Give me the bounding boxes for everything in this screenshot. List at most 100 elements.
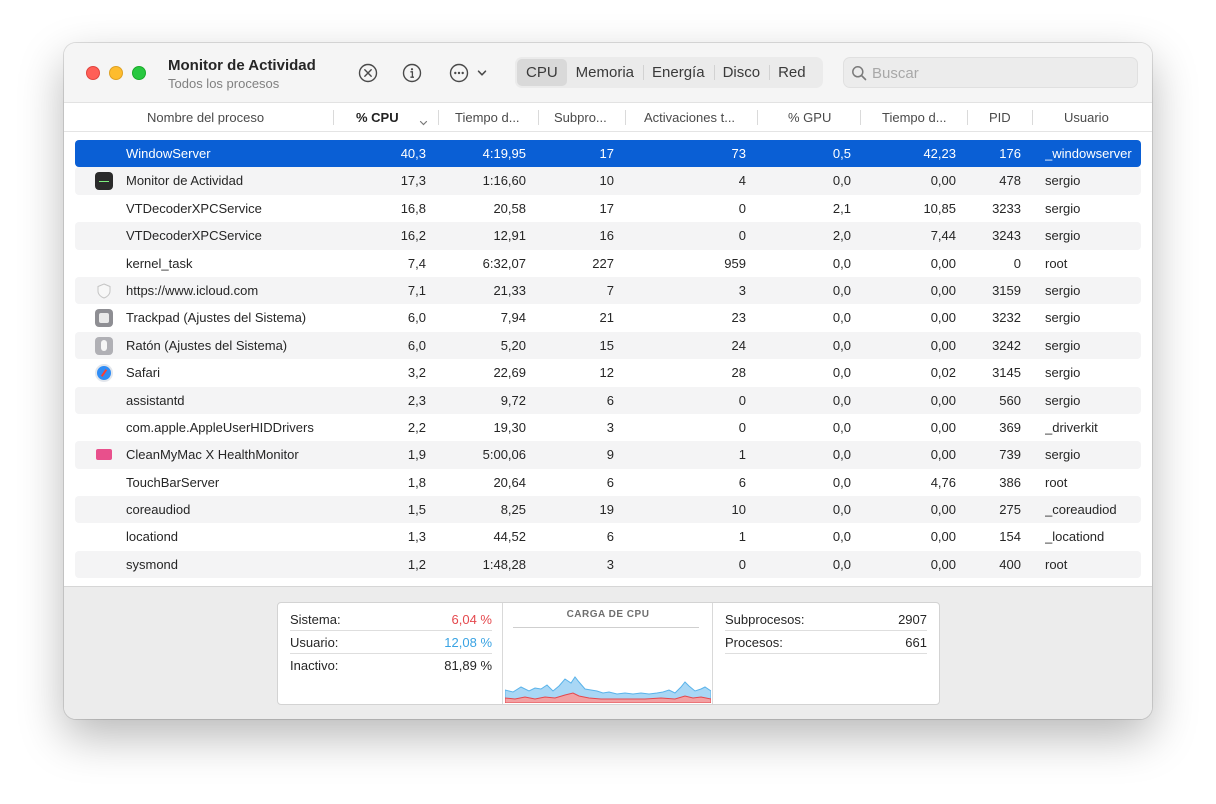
cpu-time: 22,69 xyxy=(493,365,526,381)
table-row[interactable]: TouchBarServer 1,8 20,64 6 6 0,0 4,76 386 root xyxy=(75,469,1141,496)
user-name: root xyxy=(1045,556,1068,572)
gpu-time: 0,00 xyxy=(930,282,956,298)
user-name: sergio xyxy=(1045,310,1081,326)
thread-count: 15 xyxy=(599,337,614,353)
process-id: 3232 xyxy=(992,310,1021,326)
xmark-circle-icon[interactable] xyxy=(358,63,378,83)
table-row[interactable]: com.apple.AppleUserHIDDrivers 2,2 19,30 3 0 0… xyxy=(75,414,1141,441)
table-row[interactable]: Ratón (Ajustes del Sistema) 6,0 5,20 15 24 0,… xyxy=(75,331,1141,360)
cpu-percent: 1,9 xyxy=(407,447,426,463)
mouse-settings-icon xyxy=(95,336,113,355)
column-header-idle-wakes[interactable]: Activaciones t... xyxy=(644,103,754,132)
idle-wakes: 6 xyxy=(738,474,746,490)
column-header-user[interactable]: Usuario xyxy=(1064,103,1134,132)
cpu-percent: 6,0 xyxy=(407,310,426,326)
threads-stat: Subprocesos: 2907 xyxy=(725,608,927,631)
idle-wakes: 0 xyxy=(738,200,746,216)
safari-icon xyxy=(95,364,113,383)
processes-label: Procesos: xyxy=(725,635,783,650)
cpu-stats: Sistema: 6,04 % Usuario: 12,08 % Inactiv… xyxy=(277,602,940,705)
table-row[interactable]: kernel_task 7,4 6:32,07 227 959 0,0 0,00 0 root xyxy=(75,250,1141,277)
cpu-percent: 6,0 xyxy=(407,337,426,353)
thread-count: 6 xyxy=(606,529,614,545)
gpu-percent: 0,0 xyxy=(832,474,851,490)
column-header-gpu[interactable]: % GPU xyxy=(788,103,848,132)
cpu-time: 21,33 xyxy=(493,282,526,298)
process-id: 400 xyxy=(999,556,1021,572)
table-header: Nombre del proceso % CPU Tiempo d... Sub… xyxy=(64,103,1152,132)
cpu-percent: 2,3 xyxy=(407,392,426,408)
table-row[interactable]: Monitor de Actividad 17,3 1:16,60 10 4 0,0 0,0… xyxy=(75,167,1141,195)
window-title: Monitor de Actividad xyxy=(168,57,316,74)
table-row[interactable]: https://www.icloud.com 7,1 21,33 7 3 0,0 0,00 3… xyxy=(75,276,1141,305)
info-circle-icon[interactable] xyxy=(402,63,422,83)
process-name: WindowServer xyxy=(126,146,211,161)
gpu-time: 0,00 xyxy=(930,447,956,463)
search-icon xyxy=(851,65,867,81)
table-row[interactable]: CleanMyMac X HealthMonitor 1,9 5:00,06 9 1 0,… xyxy=(75,441,1141,469)
tab-cpu[interactable]: CPU xyxy=(517,59,567,86)
table-row[interactable]: Trackpad (Ajustes del Sistema) 6,0 7,94 21 2… xyxy=(75,304,1141,331)
cpu-percent: 3,2 xyxy=(407,365,426,381)
column-header-threads[interactable]: Subpro... xyxy=(554,103,614,132)
process-id: 739 xyxy=(999,447,1021,463)
tab-energy[interactable]: Energía xyxy=(643,59,714,86)
process-id: 3233 xyxy=(992,200,1021,216)
table-row[interactable]: WindowServer 40,3 4:19,95 17 73 0,5 42,23 176 _w… xyxy=(75,140,1141,168)
gpu-time: 0,00 xyxy=(930,502,956,518)
cpu-usage-breakdown: Sistema: 6,04 % Usuario: 12,08 % Inactiv… xyxy=(278,603,503,704)
process-id: 386 xyxy=(999,474,1021,490)
tab-memory[interactable]: Memoria xyxy=(567,59,643,86)
table-row[interactable]: assistantd 2,3 9,72 6 0 0,0 0,00 560 sergio xyxy=(75,386,1141,414)
trackpad-settings-icon xyxy=(95,309,113,328)
cpu-time: 7,94 xyxy=(500,310,526,326)
column-header-gpu-time[interactable]: Tiempo d... xyxy=(882,103,952,132)
gpu-time: 0,00 xyxy=(930,556,956,572)
search-input[interactable] xyxy=(872,62,1122,84)
search-field[interactable] xyxy=(843,57,1138,88)
cpu-percent: 16,2 xyxy=(400,228,426,244)
sort-descending-icon[interactable] xyxy=(419,114,428,126)
process-id: 3145 xyxy=(992,365,1021,381)
minimize-window-button[interactable] xyxy=(109,66,123,80)
chevron-down-icon[interactable] xyxy=(476,67,488,79)
column-header-cpu-time[interactable]: Tiempo d... xyxy=(455,103,525,132)
thread-count: 7 xyxy=(606,282,614,298)
process-id: 275 xyxy=(999,502,1021,518)
cpu-time: 20,64 xyxy=(493,474,526,490)
table-row[interactable]: Safari 3,2 22,69 12 28 0,0 0,02 3145 sergio xyxy=(75,359,1141,386)
process-id: 3159 xyxy=(992,282,1021,298)
summary-panel: Sistema: 6,04 % Usuario: 12,08 % Inactiv… xyxy=(64,586,1152,719)
ellipsis-circle-icon[interactable] xyxy=(449,63,469,83)
process-name: Ratón (Ajustes del Sistema) xyxy=(126,337,288,353)
table-row[interactable]: sysmond 1,2 1:48,28 3 0 0,0 0,00 400 root xyxy=(75,550,1141,579)
table-row[interactable]: locationd 1,3 44,52 6 1 0,0 0,00 154 _locationd xyxy=(75,523,1141,550)
cpu-load-chart: CARGA DE CPU xyxy=(503,603,713,704)
tab-disk[interactable]: Disco xyxy=(713,59,770,86)
cpu-time: 4:19,95 xyxy=(482,146,526,161)
table-row[interactable]: VTDecoderXPCService 16,2 12,91 16 0 2,0 7,44 32… xyxy=(75,222,1141,250)
processes-value: 661 xyxy=(905,635,927,650)
cpu-time: 9,72 xyxy=(500,392,526,408)
zoom-window-button[interactable] xyxy=(132,66,146,80)
idle-wakes: 28 xyxy=(731,365,746,381)
column-header-pid[interactable]: PID xyxy=(989,103,1029,132)
close-window-button[interactable] xyxy=(86,66,100,80)
user-name: _windowserver xyxy=(1045,146,1132,161)
process-name: locationd xyxy=(126,529,179,545)
idle-wakes: 10 xyxy=(731,502,746,518)
column-header-cpu[interactable]: % CPU xyxy=(356,103,416,132)
idle-wakes: 0 xyxy=(738,419,746,435)
table-row[interactable]: coreaudiod 1,5 8,25 19 10 0,0 0,00 275 _coreaudi… xyxy=(75,496,1141,524)
cpu-time: 5:00,06 xyxy=(482,447,526,463)
table-row[interactable]: VTDecoderXPCService 16,8 20,58 17 0 2,1 10,85 3… xyxy=(75,195,1141,222)
cleanmymac-icon xyxy=(95,446,113,464)
column-header-name[interactable]: Nombre del proceso xyxy=(147,103,347,132)
cpu-percent: 16,8 xyxy=(400,200,426,216)
thread-count: 12 xyxy=(599,365,614,381)
gpu-time: 0,00 xyxy=(930,529,956,545)
window-subtitle[interactable]: Todos los procesos xyxy=(168,76,279,91)
process-id: 0 xyxy=(1013,255,1021,271)
tab-network[interactable]: Red xyxy=(769,59,815,86)
thread-count: 6 xyxy=(606,392,614,408)
